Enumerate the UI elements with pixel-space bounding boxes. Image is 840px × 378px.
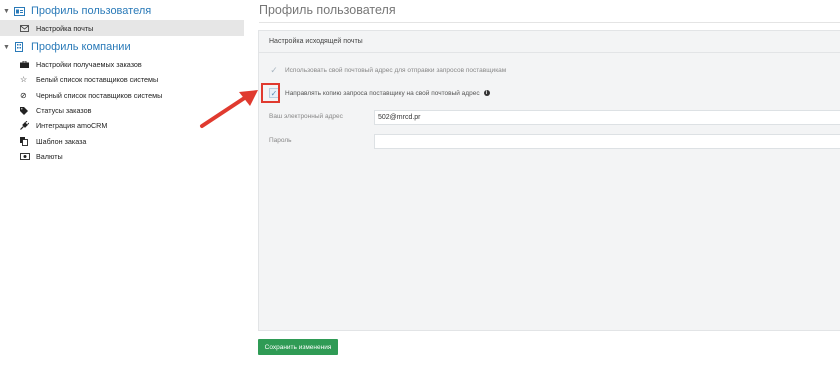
sidebar-item-label: Настройка почты (36, 23, 94, 33)
sidebar-item-label: Интеграция amoCRM (36, 121, 108, 131)
save-button[interactable]: Сохранить изменения (258, 339, 338, 355)
use-own-address-option[interactable]: ✓ Использовать свой почтовый адрес для о… (269, 65, 506, 75)
sidebar-item-order-template[interactable]: Шаблон заказа (0, 133, 244, 148)
envelope-icon (20, 24, 30, 32)
sidebar-item-label: Черный список поставщиков системы (36, 90, 163, 100)
tree-node-company-profile[interactable]: ▼ Профиль компании (0, 39, 244, 55)
send-copy-option[interactable]: ✓ Направлять копию запроса поставщику на… (269, 88, 490, 98)
plug-icon (20, 121, 30, 131)
star-icon: ☆ (20, 75, 28, 85)
outgoing-mail-panel: Настройка исходящей почты ✓ Использовать… (258, 30, 840, 331)
building-icon (13, 42, 25, 52)
info-icon[interactable]: i (483, 90, 490, 96)
annotation-arrow-icon (200, 90, 258, 128)
money-icon (20, 152, 30, 160)
page: ▼ Профиль пользователя Настройка почты ▼… (0, 0, 840, 378)
password-field[interactable] (374, 134, 840, 149)
sidebar-item-label: Статусы заказов (36, 106, 92, 116)
page-title: Профиль пользователя (259, 3, 396, 17)
tree-node-label: Профиль компании (31, 41, 131, 53)
sidebar-item-label: Настройки получаемых заказов (36, 60, 142, 70)
highlight-box (261, 83, 280, 103)
sidebar: ▼ Профиль пользователя Настройка почты ▼… (0, 0, 244, 164)
briefcase-icon (20, 61, 30, 69)
sidebar-item-received-orders-settings[interactable]: Настройки получаемых заказов (0, 57, 244, 72)
email-label: Ваш электронный адрес (269, 113, 343, 120)
ban-icon: ⊘ (20, 90, 27, 100)
tags-icon (20, 106, 30, 115)
option-label: Направлять копию запроса поставщику на с… (285, 89, 480, 97)
sidebar-item-label: Шаблон заказа (36, 136, 87, 146)
copy-icon (20, 136, 30, 146)
tree-node-label: Профиль пользователя (31, 5, 152, 17)
id-card-icon (13, 6, 25, 16)
sidebar-item-label: Белый список поставщиков системы (36, 75, 159, 85)
tree-node-user-profile[interactable]: ▼ Профиль пользователя (0, 3, 244, 19)
sidebar-item-whitelist[interactable]: ☆ Белый список поставщиков системы (0, 72, 244, 87)
sidebar-item-label: Валюты (36, 151, 63, 161)
caret-down-icon[interactable]: ▼ (3, 8, 11, 15)
panel-header: Настройка исходящей почты (259, 31, 840, 53)
caret-down-icon[interactable]: ▼ (3, 44, 11, 51)
password-label: Пароль (269, 137, 292, 144)
tree-group-user-profile: ▼ Профиль пользователя Настройка почты (0, 3, 244, 36)
checkmark-icon[interactable]: ✓ (269, 65, 279, 75)
divider (259, 22, 840, 23)
sidebar-item-currencies[interactable]: Валюты (0, 149, 244, 164)
option-label: Использовать свой почтовый адрес для отп… (285, 66, 507, 74)
sidebar-item-mail-settings[interactable]: Настройка почты (0, 20, 244, 36)
email-field[interactable]: 502@mrcd.pr (374, 110, 840, 125)
